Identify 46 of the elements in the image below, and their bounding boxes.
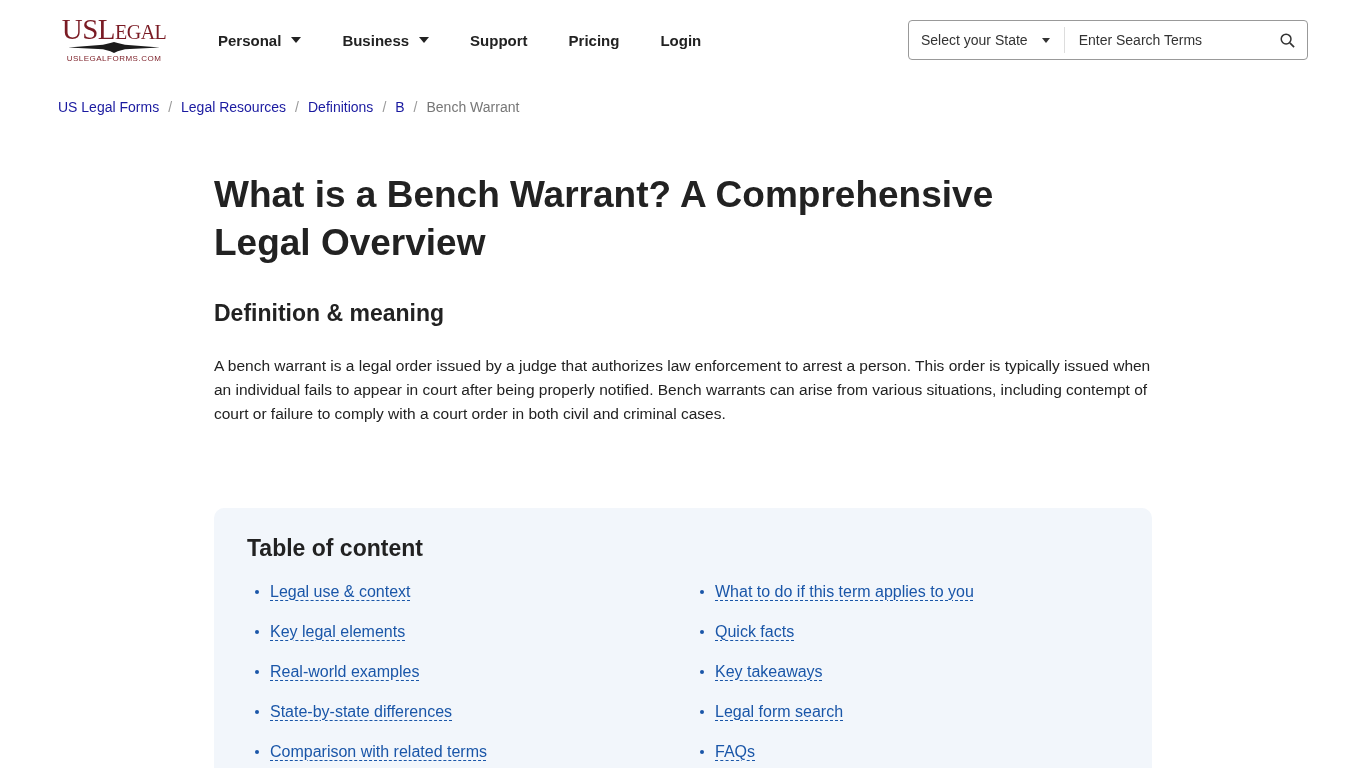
logo[interactable]: USLegal USLEGALFORMS.COM bbox=[59, 17, 169, 63]
bullet-icon bbox=[255, 750, 259, 754]
toc-link[interactable]: Comparison with related terms bbox=[270, 743, 487, 761]
caret-icon[interactable] bbox=[419, 37, 430, 43]
search-icon[interactable] bbox=[1280, 32, 1295, 48]
toc-link[interactable]: State-by-state differences bbox=[270, 703, 453, 721]
bullet-icon bbox=[700, 630, 704, 634]
definition-paragraph: A bench warrant is a legal order issued by a judge that authorizes law enforcement to arrest a person. This order is typically issued when an individual fails to appear in court after being properly notified. Bench warrants can arise from various situations, including contempt of court or failure to comply with a court order in both civil and criminal cases. bbox=[214, 356, 1152, 424]
breadcrumb-separator: / bbox=[168, 99, 173, 115]
toc-heading: Table of content bbox=[247, 536, 424, 560]
section-heading: Definition & meaning bbox=[214, 299, 445, 328]
breadcrumb-link[interactable]: B bbox=[395, 99, 405, 115]
nav-link[interactable]: Login bbox=[660, 31, 702, 49]
bullet-icon bbox=[700, 750, 704, 754]
bullet-icon bbox=[700, 590, 704, 594]
toc-link[interactable]: Key takeaways bbox=[715, 663, 823, 681]
nav-link[interactable]: Business bbox=[342, 31, 430, 49]
state-dropdown[interactable]: Select your State bbox=[909, 27, 1065, 53]
bullet-icon bbox=[700, 710, 704, 714]
toc-link[interactable]: Legal use & context bbox=[270, 583, 411, 601]
breadcrumb-separator: / bbox=[382, 99, 387, 115]
caret-icon[interactable] bbox=[291, 37, 302, 43]
caret-icon[interactable] bbox=[1041, 37, 1050, 43]
toc-link[interactable]: Quick facts bbox=[715, 623, 795, 641]
breadcrumb-separator: / bbox=[413, 99, 418, 115]
toc-link[interactable]: Legal form search bbox=[715, 703, 844, 721]
toc-link[interactable]: Key legal elements bbox=[270, 623, 406, 641]
breadcrumb-link[interactable]: Legal Resources bbox=[181, 99, 287, 115]
search-bar[interactable]: Select your State Enter Search Terms bbox=[908, 20, 1308, 60]
bullet-icon bbox=[255, 630, 259, 634]
bullet-icon bbox=[255, 590, 259, 594]
nav-link[interactable]: Pricing bbox=[568, 31, 620, 49]
nav-link[interactable]: Support bbox=[470, 31, 528, 49]
toc-link[interactable]: What to do if this term applies to you bbox=[715, 583, 974, 601]
breadcrumb-separator: / bbox=[295, 99, 299, 115]
bullet-icon bbox=[255, 710, 259, 714]
breadcrumb-current: Bench Warrant bbox=[426, 99, 520, 115]
bullet-icon bbox=[700, 670, 704, 674]
breadcrumb-link[interactable]: US Legal Forms bbox=[58, 99, 160, 115]
toc-link[interactable]: Real-world examples bbox=[270, 663, 420, 681]
bullet-icon bbox=[255, 670, 259, 674]
search-field[interactable]: Enter Search Terms bbox=[1064, 25, 1280, 55]
toc-link[interactable]: FAQs bbox=[715, 743, 755, 761]
page-title: What is a Bench Warrant? A Comprehensive Legal Overview bbox=[214, 173, 995, 265]
nav-link[interactable]: Personal bbox=[218, 31, 302, 49]
breadcrumb-link[interactable]: Definitions bbox=[308, 99, 374, 115]
